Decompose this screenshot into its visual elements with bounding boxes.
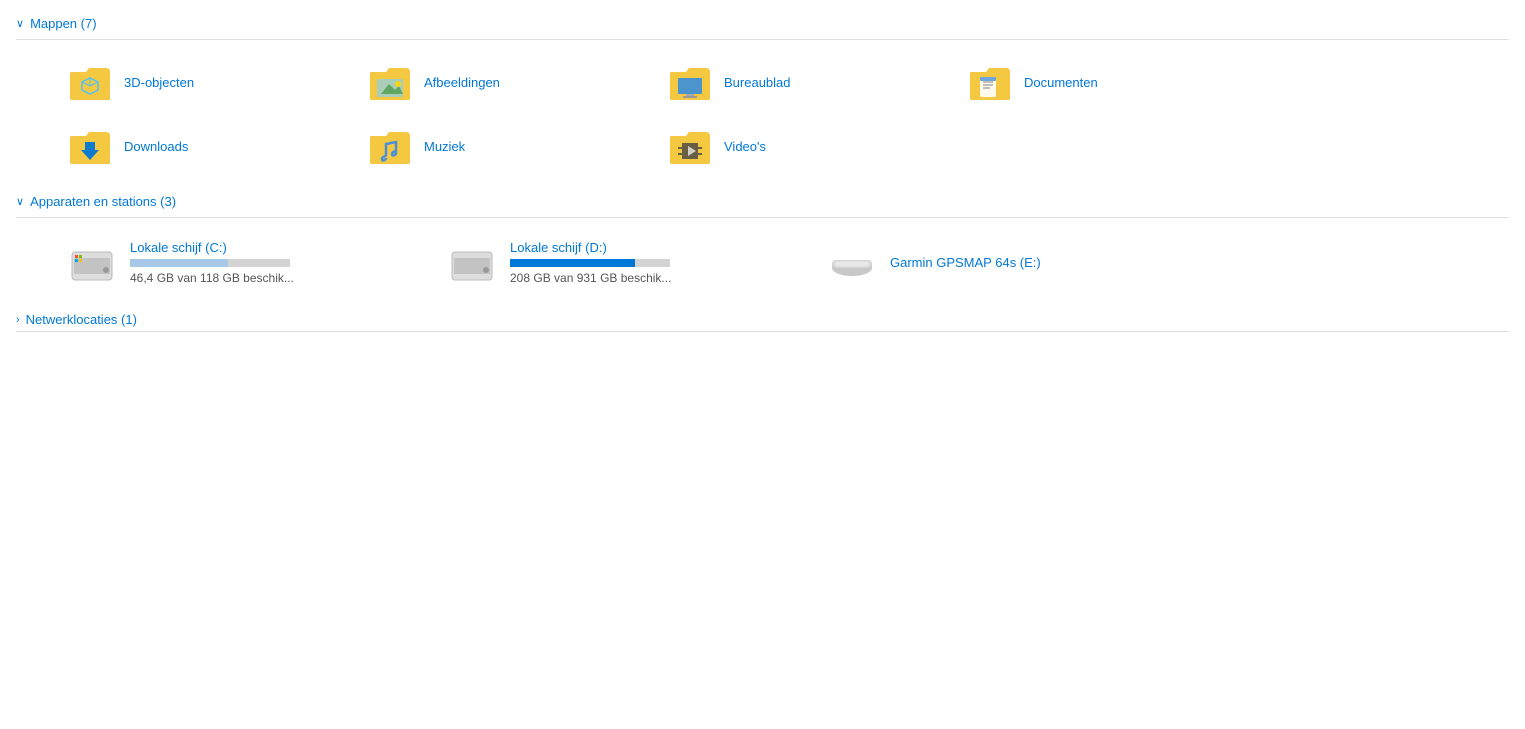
network-section-label: Netwerklocaties (1) — [26, 312, 137, 327]
file-explorer-main: ∨ Mappen (7) — [0, 0, 1525, 344]
devices-chevron: ∨ — [16, 195, 24, 208]
folder-item-videos[interactable]: Video's — [656, 114, 956, 178]
folder-label-downloads: Downloads — [124, 139, 188, 154]
device-info-e: Garmin GPSMAP 64s (E:) — [890, 255, 1041, 270]
drive-bar-fill-c — [130, 259, 228, 267]
device-info-d: Lokale schijf (D:) 208 GB van 931 GB bes… — [510, 240, 671, 285]
folders-section-header[interactable]: ∨ Mappen (7) — [16, 16, 1509, 31]
device-info-c: Lokale schijf (C:) 46,4 GB van 118 GB be… — [130, 240, 294, 285]
folders-grid: 3D-objecten Afbeeldingen — [16, 50, 1509, 178]
device-name-c: Lokale schijf (C:) — [130, 240, 294, 255]
folder-item-bureaublad[interactable]: Bureaublad — [656, 50, 956, 114]
devices-section-label: Apparaten en stations (3) — [30, 194, 176, 209]
folder-icon-downloads — [66, 122, 114, 170]
device-item-c[interactable]: Lokale schijf (C:) 46,4 GB van 118 GB be… — [56, 228, 436, 296]
network-section-header[interactable]: › Netwerklocaties (1) — [16, 312, 1509, 327]
drive-bar-c — [130, 259, 290, 267]
device-icon-c — [66, 236, 118, 288]
folder-item-muziek[interactable]: Muziek — [356, 114, 656, 178]
folder-item-downloads[interactable]: Downloads — [56, 114, 356, 178]
folders-divider — [16, 39, 1509, 40]
folder-icon-3d-objecten — [66, 58, 114, 106]
devices-section-header[interactable]: ∨ Apparaten en stations (3) — [16, 194, 1509, 209]
device-size-d: 208 GB van 931 GB beschik... — [510, 271, 671, 285]
folder-icon-documenten — [966, 58, 1014, 106]
folder-label-bureaublad: Bureaublad — [724, 75, 791, 90]
network-divider — [16, 331, 1509, 332]
devices-grid: Lokale schijf (C:) 46,4 GB van 118 GB be… — [16, 228, 1509, 296]
folder-label-afbeeldingen: Afbeeldingen — [424, 75, 500, 90]
devices-divider — [16, 217, 1509, 218]
folder-label-3d-objecten: 3D-objecten — [124, 75, 194, 90]
device-size-c: 46,4 GB van 118 GB beschik... — [130, 271, 294, 285]
folder-label-documenten: Documenten — [1024, 75, 1098, 90]
folder-item-documenten[interactable]: Documenten — [956, 50, 1256, 114]
folder-icon-afbeeldingen — [366, 58, 414, 106]
folder-icon-bureaublad — [666, 58, 714, 106]
device-icon-e — [826, 236, 878, 288]
folder-icon-muziek — [366, 122, 414, 170]
drive-bar-fill-d — [510, 259, 635, 267]
folders-section-label: Mappen (7) — [30, 16, 96, 31]
folders-chevron: ∨ — [16, 17, 24, 30]
folder-icon-videos — [666, 122, 714, 170]
drive-bar-d — [510, 259, 670, 267]
device-item-d[interactable]: Lokale schijf (D:) 208 GB van 931 GB bes… — [436, 228, 816, 296]
device-name-d: Lokale schijf (D:) — [510, 240, 671, 255]
device-item-e[interactable]: Garmin GPSMAP 64s (E:) — [816, 228, 1196, 296]
folder-label-muziek: Muziek — [424, 139, 465, 154]
folder-item-3d-objecten[interactable]: 3D-objecten — [56, 50, 356, 114]
device-icon-d — [446, 236, 498, 288]
network-chevron: › — [16, 314, 20, 326]
folder-label-videos: Video's — [724, 139, 766, 154]
folder-item-afbeeldingen[interactable]: Afbeeldingen — [356, 50, 656, 114]
device-name-e: Garmin GPSMAP 64s (E:) — [890, 255, 1041, 270]
